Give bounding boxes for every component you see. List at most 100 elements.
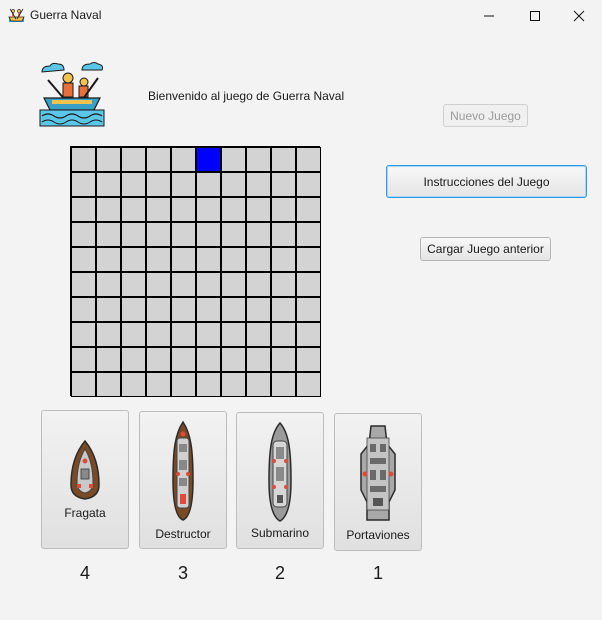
- board-cell[interactable]: [246, 222, 271, 247]
- instructions-button[interactable]: Instrucciones del Juego: [386, 165, 587, 198]
- board-cell[interactable]: [121, 247, 146, 272]
- board-cell[interactable]: [221, 222, 246, 247]
- board-cell[interactable]: [146, 247, 171, 272]
- board-cell[interactable]: [271, 147, 296, 172]
- board-cell[interactable]: [71, 222, 96, 247]
- board-cell[interactable]: [71, 197, 96, 222]
- board-cell[interactable]: [296, 272, 321, 297]
- board-cell[interactable]: [271, 322, 296, 347]
- close-button[interactable]: [556, 0, 602, 31]
- board-cell[interactable]: [121, 372, 146, 397]
- board-cell[interactable]: [121, 272, 146, 297]
- board-cell[interactable]: [96, 297, 121, 322]
- board-cell[interactable]: [246, 372, 271, 397]
- board-cell[interactable]: [196, 247, 221, 272]
- board-cell[interactable]: [96, 197, 121, 222]
- ship-button-portaviones[interactable]: Portaviones: [334, 413, 422, 551]
- board-cell[interactable]: [171, 272, 196, 297]
- ship-button-submarino[interactable]: Submarino: [236, 412, 324, 549]
- board-cell[interactable]: [271, 197, 296, 222]
- board-cell[interactable]: [196, 222, 221, 247]
- board-cell[interactable]: [271, 247, 296, 272]
- board-cell[interactable]: [246, 247, 271, 272]
- board-cell[interactable]: [246, 272, 271, 297]
- board-cell[interactable]: [196, 172, 221, 197]
- board-cell[interactable]: [271, 272, 296, 297]
- board-cell[interactable]: [221, 197, 246, 222]
- board-cell[interactable]: [71, 272, 96, 297]
- new-game-button[interactable]: Nuevo Juego: [443, 104, 528, 127]
- board-cell[interactable]: [71, 172, 96, 197]
- board-cell[interactable]: [146, 297, 171, 322]
- board-cell[interactable]: [121, 222, 146, 247]
- board-cell[interactable]: [96, 322, 121, 347]
- board-cell[interactable]: [171, 197, 196, 222]
- board-cell[interactable]: [146, 222, 171, 247]
- board-cell[interactable]: [246, 347, 271, 372]
- board-cell[interactable]: [171, 172, 196, 197]
- board-cell[interactable]: [96, 172, 121, 197]
- board-cell[interactable]: [271, 222, 296, 247]
- board-cell[interactable]: [246, 197, 271, 222]
- board-cell[interactable]: [246, 322, 271, 347]
- board-cell[interactable]: [296, 147, 321, 172]
- board-cell[interactable]: [71, 322, 96, 347]
- board-cell[interactable]: [96, 272, 121, 297]
- board-cell[interactable]: [296, 322, 321, 347]
- board-cell[interactable]: [146, 272, 171, 297]
- board-cell[interactable]: [221, 172, 246, 197]
- board-cell[interactable]: [221, 272, 246, 297]
- board-cell[interactable]: [96, 347, 121, 372]
- board-cell[interactable]: [221, 247, 246, 272]
- board-cell[interactable]: [296, 372, 321, 397]
- board-cell[interactable]: [271, 297, 296, 322]
- board-cell[interactable]: [196, 372, 221, 397]
- board-cell[interactable]: [196, 197, 221, 222]
- ship-button-destructor[interactable]: Destructor: [139, 411, 227, 549]
- board-cell-selected[interactable]: [196, 147, 221, 172]
- board-cell[interactable]: [171, 247, 196, 272]
- board-cell[interactable]: [146, 172, 171, 197]
- board-cell[interactable]: [71, 347, 96, 372]
- board-cell[interactable]: [121, 197, 146, 222]
- board-cell[interactable]: [271, 372, 296, 397]
- board-cell[interactable]: [196, 272, 221, 297]
- ship-button-fragata[interactable]: Fragata: [41, 410, 129, 549]
- board-cell[interactable]: [146, 197, 171, 222]
- board-cell[interactable]: [146, 147, 171, 172]
- board-cell[interactable]: [96, 247, 121, 272]
- board-cell[interactable]: [121, 297, 146, 322]
- board-cell[interactable]: [121, 147, 146, 172]
- board-cell[interactable]: [221, 297, 246, 322]
- load-game-button[interactable]: Cargar Juego anterior: [420, 237, 551, 261]
- board-cell[interactable]: [96, 372, 121, 397]
- board-cell[interactable]: [121, 322, 146, 347]
- board-cell[interactable]: [271, 347, 296, 372]
- board-cell[interactable]: [246, 147, 271, 172]
- board-cell[interactable]: [196, 322, 221, 347]
- title-bar[interactable]: Guerra Naval: [0, 0, 602, 31]
- board-cell[interactable]: [296, 222, 321, 247]
- board-cell[interactable]: [296, 297, 321, 322]
- board-cell[interactable]: [171, 147, 196, 172]
- board-cell[interactable]: [71, 247, 96, 272]
- board-cell[interactable]: [296, 197, 321, 222]
- board-cell[interactable]: [71, 147, 96, 172]
- board-cell[interactable]: [146, 372, 171, 397]
- board-cell[interactable]: [271, 172, 296, 197]
- board-cell[interactable]: [196, 347, 221, 372]
- game-board[interactable]: [70, 146, 321, 397]
- board-cell[interactable]: [296, 172, 321, 197]
- board-cell[interactable]: [121, 347, 146, 372]
- board-cell[interactable]: [171, 372, 196, 397]
- board-cell[interactable]: [196, 297, 221, 322]
- board-cell[interactable]: [71, 297, 96, 322]
- board-cell[interactable]: [171, 322, 196, 347]
- board-cell[interactable]: [221, 147, 246, 172]
- board-cell[interactable]: [221, 322, 246, 347]
- board-cell[interactable]: [296, 347, 321, 372]
- board-cell[interactable]: [171, 347, 196, 372]
- board-cell[interactable]: [221, 372, 246, 397]
- board-cell[interactable]: [96, 222, 121, 247]
- board-cell[interactable]: [246, 297, 271, 322]
